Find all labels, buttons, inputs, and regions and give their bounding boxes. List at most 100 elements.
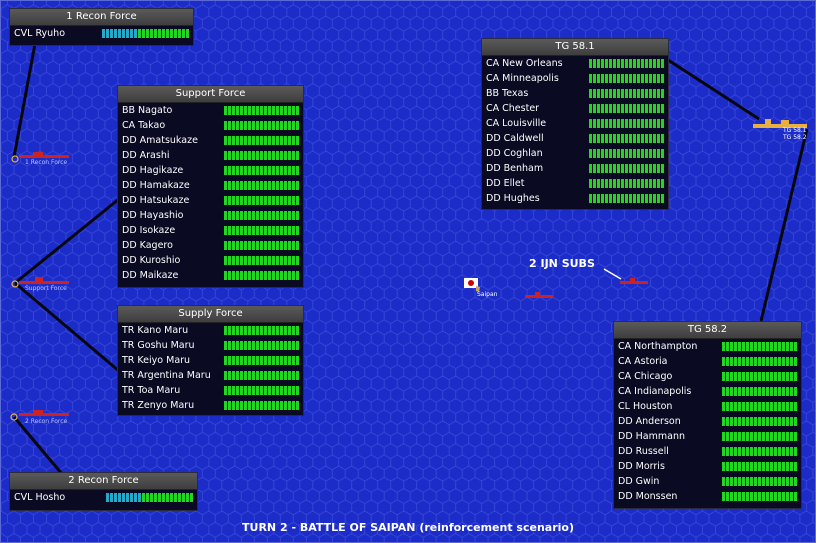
strength-bar <box>722 492 797 501</box>
ship-row[interactable]: CA Chester <box>482 101 668 116</box>
ship-name: TR Argentina Maru <box>122 370 211 381</box>
ship-row[interactable]: DD Isokaze <box>118 223 303 238</box>
ship-row[interactable]: DD Monssen <box>614 489 801 504</box>
ship-row[interactable]: CA Indianapolis <box>614 384 801 399</box>
recon2-marker-label: 2 Recon Force <box>25 418 68 425</box>
strength-bar <box>224 326 299 335</box>
ship-row[interactable]: TR Argentina Maru <box>118 368 303 383</box>
ship-row[interactable]: DD Hayashio <box>118 208 303 223</box>
ship-name: CA Minneapolis <box>486 73 559 84</box>
ship-list: BB Nagato CA Takao DD Amatsukaze DD Arashi D… <box>118 103 303 283</box>
ship-row[interactable]: DD Hagikaze <box>118 163 303 178</box>
ship-row[interactable]: DD Kagero <box>118 238 303 253</box>
strength-bar <box>722 477 797 486</box>
ship-name: CA Takao <box>122 120 166 131</box>
strength-bar <box>224 271 299 280</box>
ship-name: DD Benham <box>486 163 544 174</box>
panel-header: Support Force <box>118 86 303 103</box>
ijn-sub-icon[interactable] <box>525 292 553 300</box>
ship-row[interactable]: CA Minneapolis <box>482 71 668 86</box>
ship-row[interactable]: DD Hamakaze <box>118 178 303 193</box>
strength-bar <box>722 342 797 351</box>
ship-list: CA New Orleans CA Minneapolis BB Texas CA C… <box>482 56 668 206</box>
ship-name: TR Goshu Maru <box>122 340 195 351</box>
strength-bar <box>589 119 664 128</box>
ship-name: DD Hamakaze <box>122 180 190 191</box>
strength-bar <box>106 493 193 502</box>
ship-row[interactable]: DD Morris <box>614 459 801 474</box>
ship-row[interactable]: CA New Orleans <box>482 56 668 71</box>
ship-row[interactable]: CA Astoria <box>614 354 801 369</box>
ship-row[interactable]: CL Houston <box>614 399 801 414</box>
ship-row[interactable]: DD Hughes <box>482 191 668 206</box>
ship-row[interactable]: CA Chicago <box>614 369 801 384</box>
ship-row[interactable]: DD Amatsukaze <box>118 133 303 148</box>
tg581-panel[interactable]: TG 58.1 CA New Orleans CA Minneapolis BB T… <box>481 38 669 210</box>
ship-row[interactable]: DD Arashi <box>118 148 303 163</box>
ship-row[interactable]: DD Anderson <box>614 414 801 429</box>
ship-row[interactable]: CA Takao <box>118 118 303 133</box>
saipan-label: Saipan <box>477 291 498 298</box>
ship-row[interactable]: DD Russell <box>614 444 801 459</box>
strength-bar <box>589 164 664 173</box>
ship-row[interactable]: DD Caldwell <box>482 131 668 146</box>
ship-row[interactable]: BB Texas <box>482 86 668 101</box>
ship-row[interactable]: DD Kuroshio <box>118 253 303 268</box>
strength-bar <box>224 181 299 190</box>
ship-row[interactable]: TR Keiyo Maru <box>118 353 303 368</box>
supply-panel[interactable]: Supply Force TR Kano Maru TR Goshu Maru TR… <box>117 305 304 416</box>
ship-name: DD Isokaze <box>122 225 176 236</box>
ship-name: DD Arashi <box>122 150 170 161</box>
panel-header: TG 58.1 <box>482 39 668 56</box>
support-panel[interactable]: Support Force BB Nagato CA Takao DD Amatsu… <box>117 85 304 288</box>
ship-row[interactable]: TR Toa Maru <box>118 383 303 398</box>
ship-name: DD Gwin <box>618 476 660 487</box>
ship-row[interactable]: DD Coghlan <box>482 146 668 161</box>
recon1-panel[interactable]: 1 Recon Force CVL Ryuho <box>9 8 194 46</box>
subs-annotation: 2 IJN SUBS <box>529 257 595 270</box>
ship-name: CL Houston <box>618 401 673 412</box>
strength-bar <box>224 356 299 365</box>
ship-name: DD Hagikaze <box>122 165 184 176</box>
ship-row[interactable]: CVL Ryuho <box>10 26 193 41</box>
ship-row[interactable]: BB Nagato <box>118 103 303 118</box>
strength-bar <box>589 149 664 158</box>
ship-name: DD Kagero <box>122 240 173 251</box>
ship-row[interactable]: TR Goshu Maru <box>118 338 303 353</box>
ship-row[interactable]: DD Hatsukaze <box>118 193 303 208</box>
ship-row[interactable]: DD Maikaze <box>118 268 303 283</box>
strength-bar <box>722 357 797 366</box>
ship-name: DD Anderson <box>618 416 681 427</box>
ship-name: TR Keiyo Maru <box>122 355 191 366</box>
strength-bar <box>722 447 797 456</box>
ijn-sub-icon[interactable] <box>620 278 648 286</box>
ship-name: CA Louisville <box>486 118 547 129</box>
ship-row[interactable]: CA Louisville <box>482 116 668 131</box>
ship-row[interactable]: TR Kano Maru <box>118 323 303 338</box>
ship-row[interactable]: DD Benham <box>482 161 668 176</box>
recon2-panel[interactable]: 2 Recon Force CVL Hosho <box>9 472 198 511</box>
ship-row[interactable]: DD Gwin <box>614 474 801 489</box>
strength-bar <box>224 341 299 350</box>
ship-name: CA Indianapolis <box>618 386 692 397</box>
ship-row[interactable]: DD Ellet <box>482 176 668 191</box>
turn-title: TURN 2 - BATTLE OF SAIPAN (reinforcement… <box>242 521 574 534</box>
ship-name: CA Chicago <box>618 371 673 382</box>
strength-bar <box>224 211 299 220</box>
ship-row[interactable]: DD Hammann <box>614 429 801 444</box>
strength-bar <box>589 194 664 203</box>
ship-name: BB Nagato <box>122 105 173 116</box>
strength-bar <box>224 226 299 235</box>
strength-bar <box>224 196 299 205</box>
strength-bar <box>722 387 797 396</box>
ship-name: DD Morris <box>618 461 665 472</box>
hex-map[interactable]: 1 Recon Force Support Force 2 Recon Forc… <box>0 0 816 543</box>
strength-bar <box>589 74 664 83</box>
tg582-panel[interactable]: TG 58.2 CA Northampton CA Astoria CA Chica… <box>613 321 802 509</box>
ship-row[interactable]: CA Northampton <box>614 339 801 354</box>
strength-bar <box>722 402 797 411</box>
strength-bar <box>224 151 299 160</box>
ship-row[interactable]: TR Zenyo Maru <box>118 398 303 413</box>
ship-row[interactable]: CVL Hosho <box>10 490 197 505</box>
ship-list: TR Kano Maru TR Goshu Maru TR Keiyo Maru TR… <box>118 323 303 413</box>
